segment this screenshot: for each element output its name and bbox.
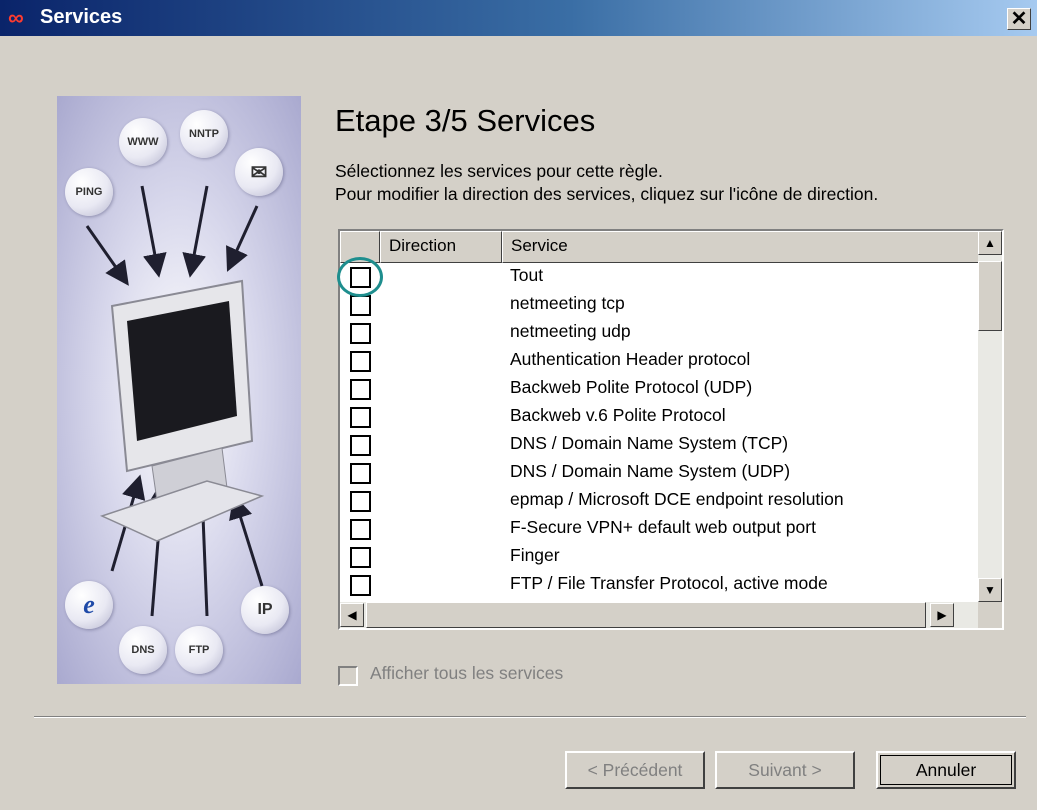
internet-explorer-icon: e xyxy=(65,581,113,629)
ping-bubble-icon: PING xyxy=(65,168,113,216)
step-heading: Etape 3/5 Services xyxy=(335,103,596,138)
service-row[interactable]: epmap / Microsoft DCE endpoint resolutio… xyxy=(340,487,980,515)
header-service[interactable]: Service xyxy=(502,231,980,263)
service-name: epmap / Microsoft DCE endpoint resolutio… xyxy=(510,489,844,509)
service-row[interactable]: netmeeting tcp xyxy=(340,291,980,319)
app-logo-icon: ∞ xyxy=(8,5,24,30)
description-line-1: Sélectionnez les services pour cette règ… xyxy=(335,161,663,181)
vertical-scroll-thumb[interactable] xyxy=(978,261,1002,331)
show-all-label: Afficher tous les services xyxy=(370,663,564,683)
service-checkbox[interactable] xyxy=(350,351,371,372)
service-name: DNS / Domain Name System (TCP) xyxy=(510,433,789,453)
horizontal-scrollbar[interactable]: ◀ ▶ xyxy=(340,602,978,628)
header-checkbox-column[interactable] xyxy=(340,231,380,263)
close-icon: ✕ xyxy=(1010,8,1028,30)
scroll-up-button[interactable]: ▲ xyxy=(978,231,1002,255)
close-button[interactable]: ✕ xyxy=(1007,8,1031,30)
service-row[interactable]: DNS / Domain Name System (TCP) xyxy=(340,431,980,459)
service-checkbox[interactable] xyxy=(350,435,371,456)
arrow-right-icon: ▶ xyxy=(937,608,947,622)
step-description: Sélectionnez les services pour cette règ… xyxy=(335,160,878,206)
service-checkbox[interactable] xyxy=(350,267,371,288)
service-checkbox[interactable] xyxy=(350,407,371,428)
service-name: netmeeting tcp xyxy=(510,293,625,313)
www-bubble-icon: WWW xyxy=(119,118,167,166)
service-row[interactable]: Backweb Polite Protocol (UDP) xyxy=(340,375,980,403)
service-name: Backweb Polite Protocol (UDP) xyxy=(510,377,753,397)
arrow-down-icon: ▼ xyxy=(984,583,996,597)
service-checkbox[interactable] xyxy=(350,295,371,316)
service-row[interactable]: Backweb v.6 Polite Protocol xyxy=(340,403,980,431)
footer-divider xyxy=(34,716,1026,718)
scroll-down-button[interactable]: ▼ xyxy=(978,578,1002,602)
service-row[interactable]: Tout xyxy=(340,263,980,291)
scroll-left-button[interactable]: ◀ xyxy=(340,603,364,627)
header-direction[interactable]: Direction xyxy=(380,231,502,263)
service-name: DNS / Domain Name System (UDP) xyxy=(510,461,791,481)
show-all-checkbox[interactable] xyxy=(338,666,358,686)
service-checkbox[interactable] xyxy=(350,463,371,484)
scroll-corner xyxy=(978,602,1002,628)
service-checkbox[interactable] xyxy=(350,323,371,344)
service-name: F-Secure VPN+ default web output port xyxy=(510,517,816,537)
arrow-up-icon: ▲ xyxy=(984,236,996,250)
service-checkbox[interactable] xyxy=(350,491,371,512)
service-row[interactable]: Authentication Header protocol xyxy=(340,347,980,375)
next-button[interactable]: Suivant > xyxy=(715,751,855,789)
previous-button[interactable]: < Précédent xyxy=(565,751,705,789)
service-row[interactable]: netmeeting udp xyxy=(340,319,980,347)
service-name: FTP / File Transfer Protocol, active mod… xyxy=(510,573,828,593)
service-name: Finger xyxy=(510,545,560,565)
service-checkbox[interactable] xyxy=(350,519,371,540)
service-checkbox[interactable] xyxy=(350,379,371,400)
service-checkbox[interactable] xyxy=(350,575,371,596)
horizontal-scroll-thumb[interactable] xyxy=(366,602,926,628)
service-name: netmeeting udp xyxy=(510,321,631,341)
title-bar: ∞ Services ✕ xyxy=(0,0,1037,36)
service-row[interactable]: FTP / File Transfer Protocol, active mod… xyxy=(340,571,980,599)
arrow-left-icon: ◀ xyxy=(347,608,357,622)
service-name: Backweb v.6 Polite Protocol xyxy=(510,405,726,425)
service-row[interactable]: Finger xyxy=(340,543,980,571)
services-list[interactable]: Direction Service Tout netmeeting tcp netm… xyxy=(338,229,1004,630)
service-name: Authentication Header protocol xyxy=(510,349,751,369)
cancel-button[interactable]: Annuler xyxy=(876,751,1016,789)
nntp-bubble-icon: NNTP xyxy=(180,110,228,158)
wizard-illustration: WWW NNTP PING ✉ e IP DNS FTP xyxy=(57,96,301,684)
service-name: Tout xyxy=(510,265,544,285)
service-checkbox[interactable] xyxy=(350,547,371,568)
vertical-scrollbar[interactable]: ▲ ▼ xyxy=(978,231,1002,602)
list-header: Direction Service xyxy=(340,231,980,263)
service-row[interactable]: DNS / Domain Name System (UDP) xyxy=(340,459,980,487)
service-row[interactable]: F-Secure VPN+ default web output port xyxy=(340,515,980,543)
scroll-right-button[interactable]: ▶ xyxy=(930,603,954,627)
description-line-2: Pour modifier la direction des services,… xyxy=(335,184,879,204)
services-dialog: ∞ Services ✕ WWW NNTP PING ✉ e IP DNS FT… xyxy=(0,0,1037,810)
dns-bubble-icon: DNS xyxy=(119,626,167,674)
mail-icon: ✉ xyxy=(235,148,283,196)
ip-bubble-icon: IP xyxy=(241,586,289,634)
window-title: Services xyxy=(40,6,123,28)
ftp-bubble-icon: FTP xyxy=(175,626,223,674)
